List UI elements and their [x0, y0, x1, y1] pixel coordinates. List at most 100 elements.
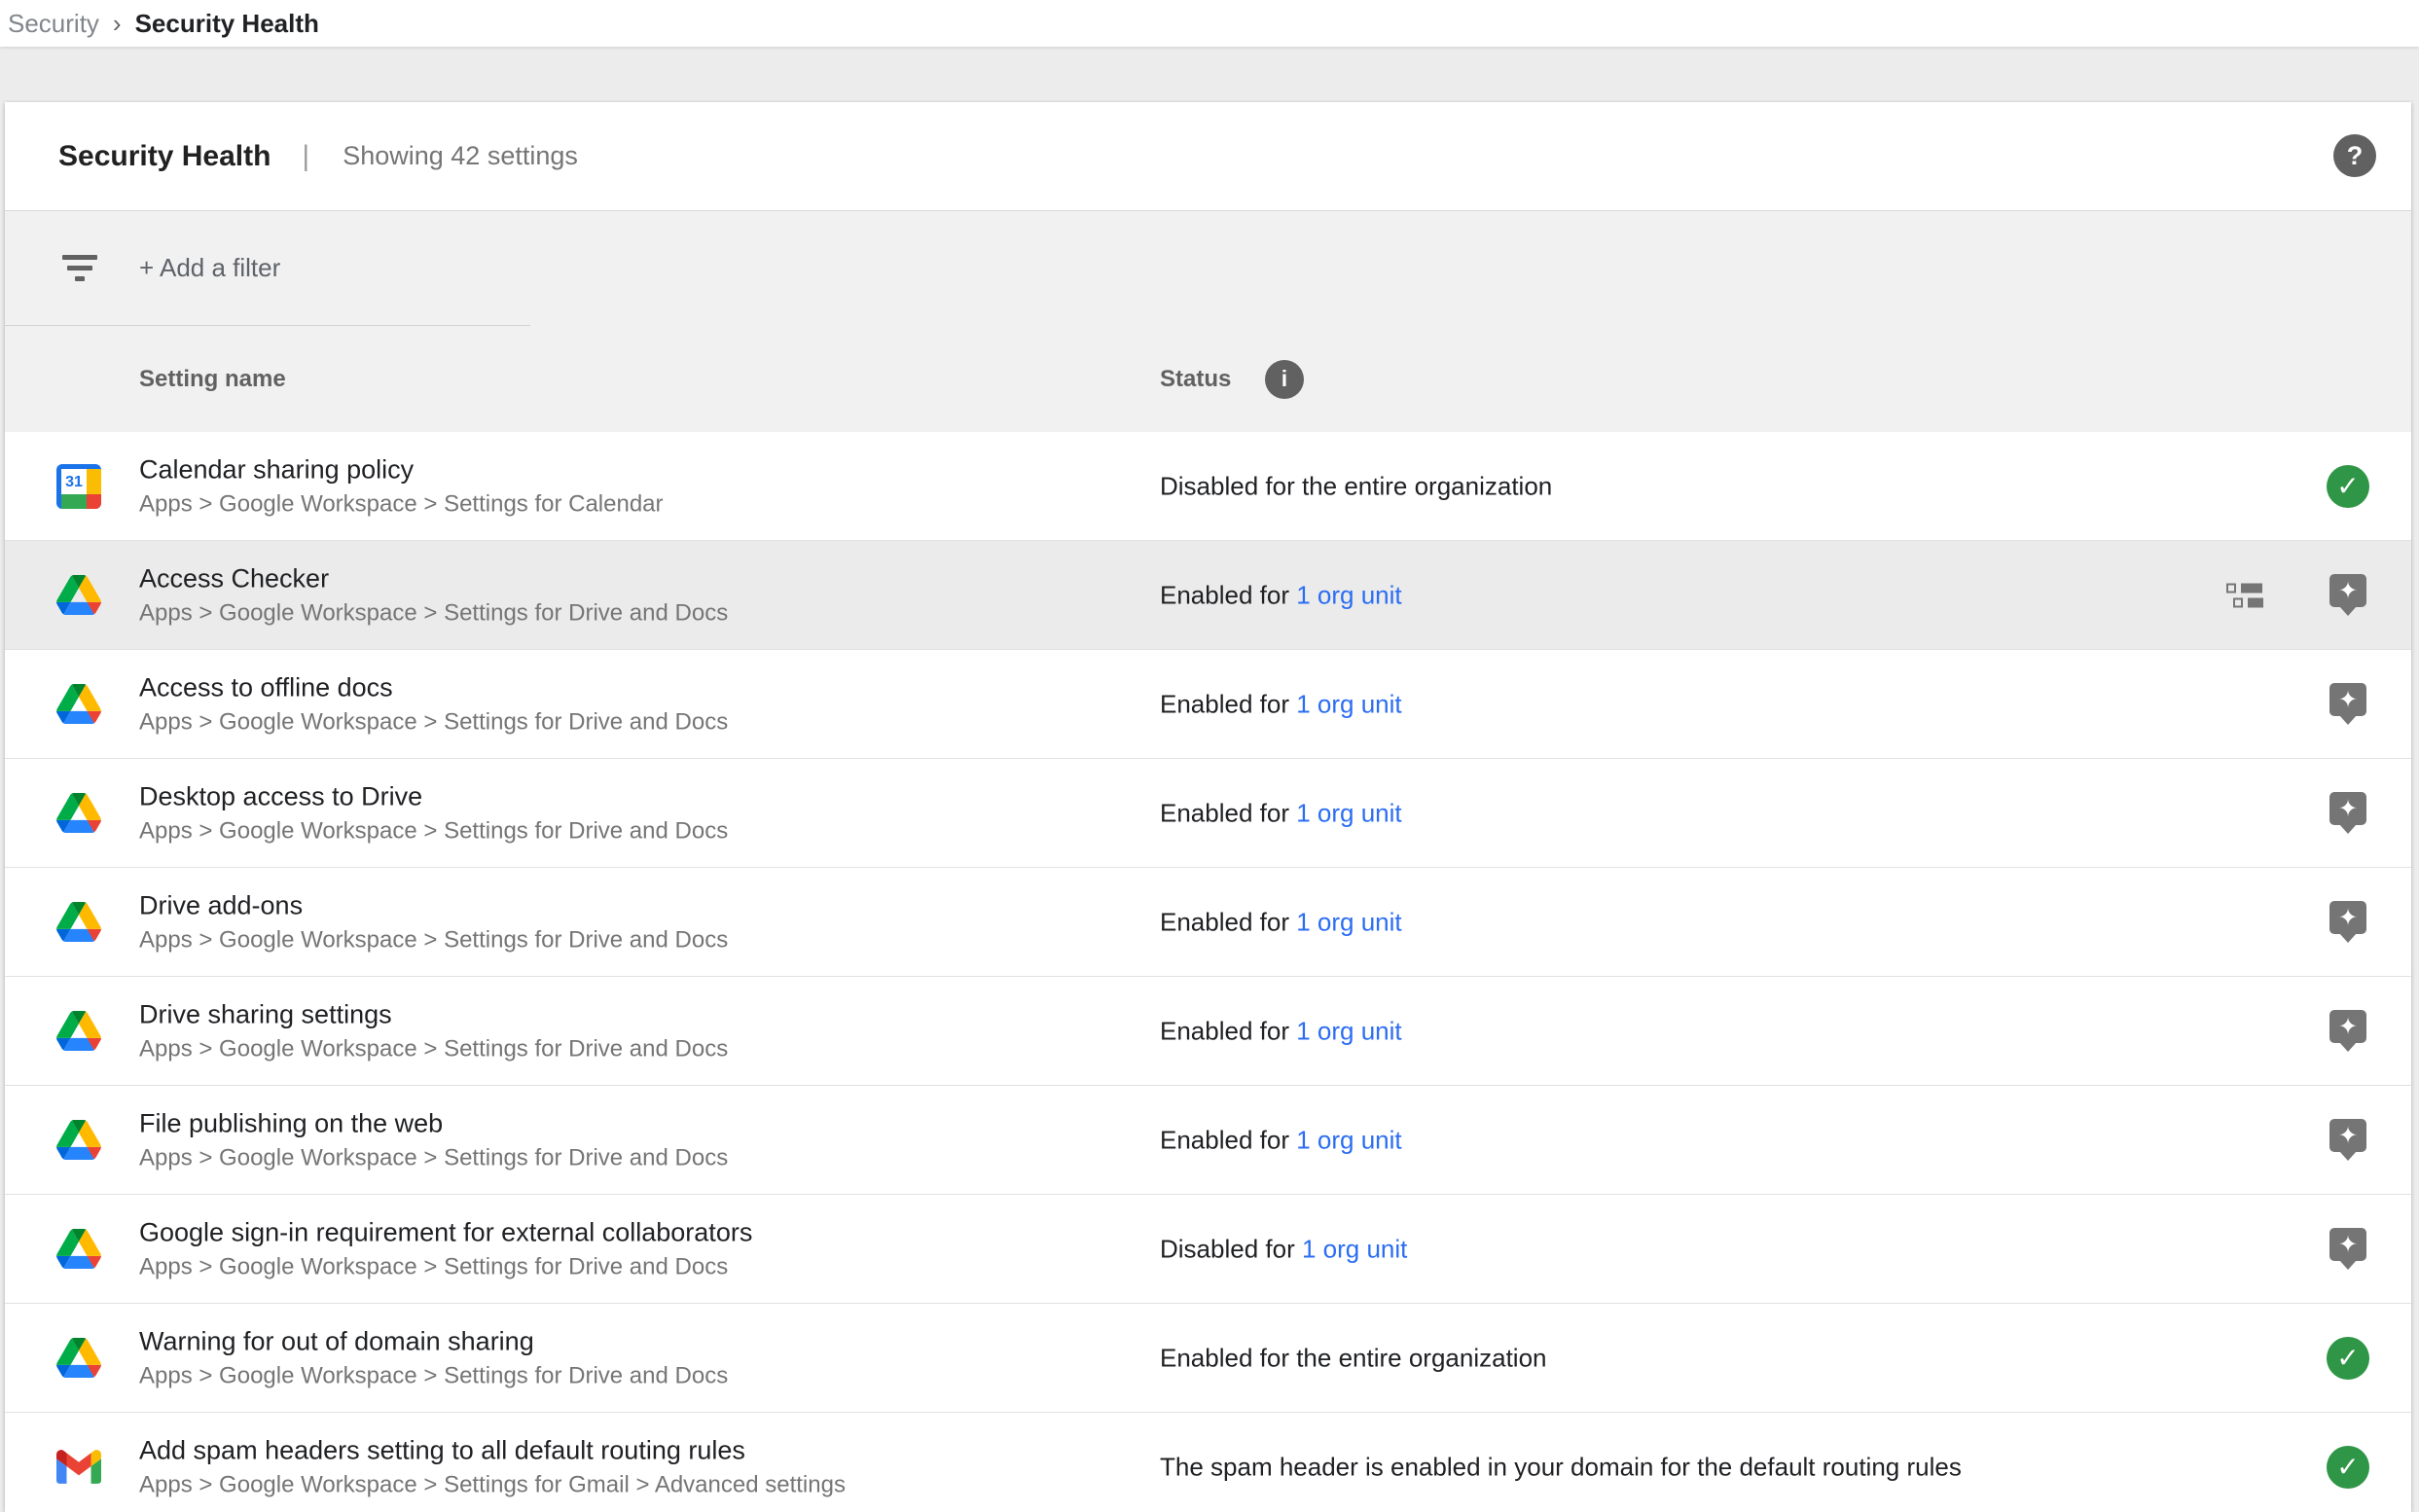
- setting-row[interactable]: Desktop access to Drive Apps > Google Wo…: [5, 759, 2411, 868]
- info-icon[interactable]: i: [1265, 360, 1304, 399]
- org-unit-link[interactable]: 1 org unit: [1296, 798, 1401, 827]
- setting-row[interactable]: Warning for out of domain sharing Apps >…: [5, 1304, 2411, 1413]
- sparkle-icon: ✦: [2338, 579, 2358, 602]
- setting-texts: Desktop access to Drive Apps > Google Wo…: [139, 780, 728, 846]
- status-text: Enabled for the entire organization: [1160, 1343, 1547, 1372]
- setting-title: Access to offline docs: [139, 671, 728, 703]
- title-divider: |: [302, 140, 309, 173]
- setting-status: Enabled for 1 org unit: [1160, 689, 1402, 719]
- org-unit-link[interactable]: 1 org unit: [1296, 1016, 1401, 1045]
- suggestion-badge-icon[interactable]: ✦: [2329, 1228, 2366, 1261]
- card-header: Security Health | Showing 42 settings ?: [5, 102, 2411, 211]
- drive-icon: [56, 573, 101, 618]
- sparkle-icon: ✦: [2338, 797, 2358, 820]
- setting-texts: Drive add-ons Apps > Google Workspace > …: [139, 889, 728, 954]
- setting-title: Desktop access to Drive: [139, 780, 728, 812]
- setting-title: Drive sharing settings: [139, 998, 728, 1030]
- setting-status: The spam header is enabled in your domai…: [1160, 1452, 1962, 1482]
- org-units-icon[interactable]: [2226, 583, 2263, 607]
- suggestion-badge-icon[interactable]: ✦: [2329, 574, 2366, 607]
- drive-icon: [56, 1227, 101, 1272]
- org-unit-link[interactable]: 1 org unit: [1296, 1125, 1401, 1154]
- sparkle-icon: ✦: [2338, 1124, 2358, 1147]
- setting-title: Google sign-in requirement for external …: [139, 1216, 752, 1248]
- setting-row[interactable]: Drive sharing settings Apps > Google Wor…: [5, 977, 2411, 1086]
- setting-status: Enabled for 1 org unit: [1160, 1125, 1402, 1155]
- setting-texts: Access to offline docs Apps > Google Wor…: [139, 671, 728, 737]
- help-icon[interactable]: ?: [2333, 134, 2376, 177]
- setting-row[interactable]: File publishing on the web Apps > Google…: [5, 1086, 2411, 1195]
- setting-texts: Warning for out of domain sharing Apps >…: [139, 1325, 728, 1390]
- setting-row[interactable]: Add spam headers setting to all default …: [5, 1413, 2411, 1511]
- setting-title: Warning for out of domain sharing: [139, 1325, 728, 1357]
- page-title: Security Health: [58, 140, 271, 173]
- setting-texts: File publishing on the web Apps > Google…: [139, 1107, 728, 1172]
- setting-title: Add spam headers setting to all default …: [139, 1434, 846, 1466]
- settings-list: 31 Calendar sharing policy Apps > Google…: [5, 432, 2411, 1511]
- column-setting-name: Setting name: [139, 366, 286, 393]
- setting-path: Apps > Google Workspace > Settings for D…: [139, 925, 728, 954]
- drive-icon: [56, 682, 101, 727]
- sparkle-icon: ✦: [2338, 906, 2358, 929]
- check-icon: ✓: [2327, 1446, 2369, 1489]
- setting-path: Apps > Google Workspace > Settings for C…: [139, 489, 664, 519]
- setting-title: Drive add-ons: [139, 889, 728, 921]
- status-text: Enabled for: [1160, 689, 1296, 718]
- setting-row[interactable]: Access Checker Apps > Google Workspace >…: [5, 541, 2411, 650]
- setting-status: Disabled for the entire organization: [1160, 471, 1552, 501]
- filter-and-header-band: + Add a filter Setting name Status i: [5, 211, 2411, 432]
- setting-path: Apps > Google Workspace > Settings for D…: [139, 707, 728, 737]
- setting-row[interactable]: Access to offline docs Apps > Google Wor…: [5, 650, 2411, 759]
- suggestion-badge-icon[interactable]: ✦: [2329, 683, 2366, 716]
- drive-icon: [56, 900, 101, 945]
- setting-row[interactable]: Google sign-in requirement for external …: [5, 1195, 2411, 1304]
- setting-status: Enabled for 1 org unit: [1160, 798, 1402, 828]
- setting-title: Access Checker: [139, 562, 728, 594]
- setting-path: Apps > Google Workspace > Settings for D…: [139, 1252, 752, 1281]
- column-status: Status: [1160, 366, 1231, 393]
- drive-icon: [56, 1336, 101, 1381]
- setting-status: Enabled for 1 org unit: [1160, 580, 1402, 610]
- status-text: Enabled for: [1160, 798, 1296, 827]
- suggestion-badge-icon[interactable]: ✦: [2329, 1010, 2366, 1043]
- breadcrumb-current: Security Health: [135, 9, 319, 39]
- setting-row[interactable]: 31 Calendar sharing policy Apps > Google…: [5, 432, 2411, 541]
- org-unit-link[interactable]: 1 org unit: [1296, 689, 1401, 718]
- status-text: Enabled for: [1160, 1016, 1296, 1045]
- gmail-icon: [56, 1445, 101, 1490]
- setting-status: Disabled for 1 org unit: [1160, 1234, 1407, 1264]
- sparkle-icon: ✦: [2338, 1233, 2358, 1256]
- setting-status: Enabled for 1 org unit: [1160, 907, 1402, 937]
- setting-texts: Add spam headers setting to all default …: [139, 1434, 846, 1499]
- calendar-icon: 31: [56, 464, 101, 509]
- org-unit-link[interactable]: 1 org unit: [1296, 580, 1401, 609]
- filter-icon: [62, 255, 97, 281]
- setting-texts: Drive sharing settings Apps > Google Wor…: [139, 998, 728, 1063]
- table-header: Setting name Status i: [5, 326, 2411, 432]
- status-text: Enabled for: [1160, 1125, 1296, 1154]
- setting-path: Apps > Google Workspace > Settings for D…: [139, 816, 728, 846]
- setting-texts: Calendar sharing policy Apps > Google Wo…: [139, 453, 664, 519]
- org-unit-link[interactable]: 1 org unit: [1296, 907, 1401, 936]
- add-filter-button[interactable]: + Add a filter: [139, 253, 280, 283]
- sparkle-icon: ✦: [2338, 1015, 2358, 1038]
- org-unit-link[interactable]: 1 org unit: [1302, 1234, 1407, 1263]
- setting-path: Apps > Google Workspace > Settings for D…: [139, 1143, 728, 1172]
- setting-texts: Google sign-in requirement for external …: [139, 1216, 752, 1281]
- suggestion-badge-icon[interactable]: ✦: [2329, 901, 2366, 934]
- setting-path: Apps > Google Workspace > Settings for D…: [139, 1034, 728, 1063]
- drive-icon: [56, 1118, 101, 1163]
- status-text: The spam header is enabled in your domai…: [1160, 1452, 1962, 1481]
- setting-row[interactable]: Drive add-ons Apps > Google Workspace > …: [5, 868, 2411, 977]
- status-text: Enabled for: [1160, 580, 1296, 609]
- status-text: Enabled for: [1160, 907, 1296, 936]
- breadcrumb: Security › Security Health: [0, 0, 2419, 47]
- check-icon: ✓: [2327, 465, 2369, 508]
- security-health-card: Security Health | Showing 42 settings ? …: [5, 102, 2411, 1512]
- setting-title: File publishing on the web: [139, 1107, 728, 1139]
- filter-bar[interactable]: + Add a filter: [5, 211, 2411, 325]
- breadcrumb-parent[interactable]: Security: [8, 9, 99, 39]
- setting-path: Apps > Google Workspace > Settings for D…: [139, 598, 728, 628]
- suggestion-badge-icon[interactable]: ✦: [2329, 792, 2366, 825]
- suggestion-badge-icon[interactable]: ✦: [2329, 1119, 2366, 1152]
